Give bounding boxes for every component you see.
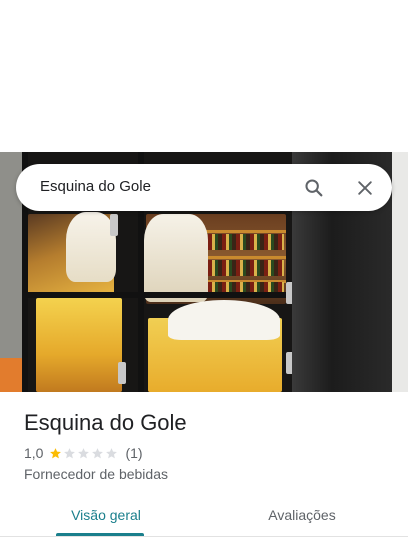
close-icon[interactable] xyxy=(351,174,379,202)
search-query[interactable]: Esquina do Gole xyxy=(40,178,151,196)
review-count[interactable]: (1) xyxy=(125,445,142,461)
rating-value: 1,0 xyxy=(24,445,44,461)
tab-bar: Visão geral Avaliações xyxy=(0,495,408,544)
star-empty-icon xyxy=(92,447,104,458)
star-filled-icon xyxy=(50,447,62,458)
photo-bottles xyxy=(208,260,284,276)
photo-beer-foam xyxy=(66,212,116,282)
photo-frame-bar xyxy=(22,292,292,298)
photo-beer-foam xyxy=(144,214,208,302)
place-title: Esquina do Gole xyxy=(24,410,187,435)
photo-bottles xyxy=(208,234,284,250)
search-bar[interactable]: Esquina do Gole xyxy=(16,164,392,211)
place-category: Fornecedor de bebidas xyxy=(24,466,168,482)
rating-row[interactable]: 1,0 (1) xyxy=(24,444,143,462)
photo-beer-foam xyxy=(168,300,280,340)
photo-hinge xyxy=(118,362,126,384)
tab-overview[interactable]: Visão geral xyxy=(48,495,164,535)
tab-reviews[interactable]: Avaliações xyxy=(246,495,358,535)
photo-shelf xyxy=(206,230,286,233)
search-icon[interactable] xyxy=(300,174,328,202)
close-icon-glyph xyxy=(358,181,372,195)
tabs-divider xyxy=(0,536,408,537)
search-icon-glyph xyxy=(305,179,323,197)
rating-stars xyxy=(49,447,119,460)
photo-hinge xyxy=(110,214,118,236)
photo-panel-bottom-left xyxy=(36,298,122,392)
map-blank-area xyxy=(0,0,408,152)
photo-shelf xyxy=(206,256,286,259)
photo-wall-right xyxy=(392,152,408,392)
star-empty-icon xyxy=(78,447,90,458)
star-empty-icon xyxy=(64,447,76,458)
star-empty-icon xyxy=(106,447,118,458)
